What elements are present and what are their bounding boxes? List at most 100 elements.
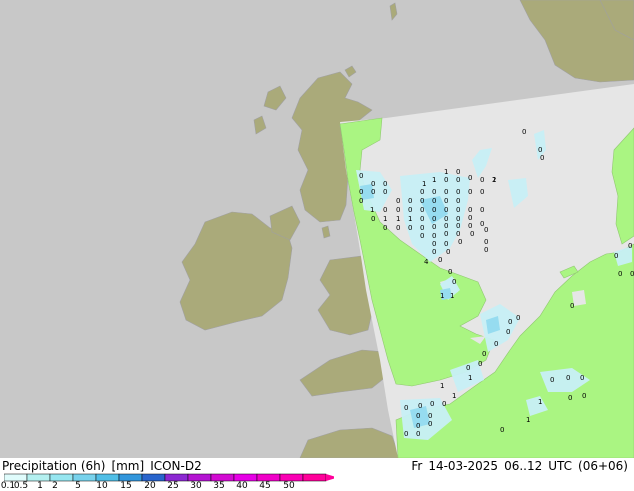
precip-value-label: 0	[614, 252, 618, 260]
precip-value-label: 0	[568, 394, 572, 402]
parameter-name: Precipitation (6h)	[2, 459, 106, 473]
precip-value-label: 0	[566, 374, 570, 382]
precip-value-label: 0	[516, 314, 520, 322]
precip-value-label: 1	[538, 398, 542, 406]
precip-value-label: 0	[484, 226, 488, 234]
precip-value-label: 0	[484, 238, 488, 246]
precip-value-label: 0	[404, 430, 408, 438]
precip-value-label: 0	[628, 242, 632, 250]
precip-value-label: 0	[444, 222, 448, 230]
scale-swatch	[210, 473, 235, 482]
precipitation-map: 00 00 0 001 1 0 0 0 0 11 00 0 0 0 0 00 0 0 0 0 021 0 0 0 0 0 0 0 0 00…	[0, 0, 634, 458]
precip-value-label: 0	[371, 215, 375, 223]
precip-value-label: 0	[522, 128, 526, 136]
precip-value-label: 0	[420, 215, 424, 223]
precip-value-label: 0	[468, 222, 472, 230]
precip-value-label: 0	[484, 246, 488, 254]
precip-value-label: 0	[396, 197, 400, 205]
precip-value-label: 0	[432, 232, 436, 240]
precip-value-label: 1	[408, 215, 412, 223]
precip-value-label: 0	[432, 206, 436, 214]
precip-value-label: 0	[458, 238, 462, 246]
precip-value-label: 1	[396, 215, 400, 223]
precip-value-label: 1	[370, 206, 374, 214]
precip-value-label: 4	[424, 258, 429, 266]
precip-value-label: 1	[452, 392, 456, 400]
precip-value-label: 0	[446, 248, 450, 256]
precip-value-label: 1	[383, 215, 387, 223]
precip-value-label: 0	[408, 224, 412, 232]
map-area: 0000000110000110000000000000210000000000…	[0, 0, 634, 458]
precip-value-label: 0	[478, 360, 482, 368]
precip-value-label: 1	[440, 382, 444, 390]
precip-value-label: 0	[408, 206, 412, 214]
precip-value-label: 0	[508, 318, 512, 326]
precip-value-label: 0	[538, 146, 542, 154]
precip-value-label: 0	[408, 197, 412, 205]
precip-value-label: 1	[422, 180, 426, 188]
scale-swatch	[187, 473, 212, 482]
precip-value-label: 0	[540, 154, 544, 162]
precip-value-label: 0	[432, 240, 436, 248]
scale-swatch	[95, 473, 120, 482]
precip-value-label: 0	[383, 224, 387, 232]
valid-hours: 06..12	[504, 459, 543, 473]
scale-swatch	[233, 473, 258, 482]
precip-value-label: 0	[428, 420, 432, 428]
precip-value-label: 0	[456, 197, 460, 205]
scale-swatch	[4, 473, 28, 482]
precip-value-label: 0	[452, 278, 456, 286]
precip-value-label: 0	[444, 230, 448, 238]
precip-value-label: 0	[456, 176, 460, 184]
precip-value-label: 1	[432, 176, 436, 184]
legend-bar: Precipitation (6h) [mm] ICON-D2 Fr 14-03-20…	[0, 458, 634, 491]
model-name: ICON-D2	[150, 459, 202, 473]
precip-value-label: 0	[550, 376, 554, 384]
precip-value-label: 0	[482, 350, 486, 358]
precip-value-label: 0	[432, 188, 436, 196]
precip-value-label: 0	[618, 270, 622, 278]
precip-value-label: 0	[438, 256, 442, 264]
precip-value-label: 0	[500, 426, 504, 434]
valid-time: Fr 14-03-2025 06..12 UTC (06+06)	[411, 459, 628, 473]
precip-value-label: 0	[456, 188, 460, 196]
precip-value-label: 2	[492, 176, 496, 184]
precip-value-label: 1	[526, 416, 530, 424]
scale-swatch	[164, 473, 189, 482]
scale-swatch	[72, 473, 97, 482]
legend-title: Precipitation (6h) [mm] ICON-D2	[2, 459, 208, 473]
precip-value-label: 0	[468, 206, 472, 214]
precip-value-label: 0	[480, 176, 484, 184]
valid-day: Fr	[411, 459, 423, 473]
precip-value-label: 0	[480, 206, 484, 214]
precip-value-label: 0	[444, 206, 448, 214]
precip-value-label: 0	[466, 364, 470, 372]
precip-value-label: 0	[383, 206, 387, 214]
precip-value-label: 0	[359, 172, 363, 180]
precip-value-label: 0	[404, 404, 408, 412]
precip-value-label: 0	[432, 215, 436, 223]
scale-swatch	[302, 473, 327, 482]
precip-value-label: 0	[396, 206, 400, 214]
precip-value-label: 0	[420, 232, 424, 240]
precip-value-label: 0	[470, 230, 474, 238]
scale-swatch	[256, 473, 281, 482]
precip-value-label: 0	[444, 197, 448, 205]
precip-value-label: 0	[416, 422, 420, 430]
scale-swatch	[26, 473, 51, 482]
precip-value-label: 0	[570, 302, 574, 310]
precip-value-label: 0	[432, 223, 436, 231]
scale-swatch	[49, 473, 74, 482]
scale-arrow	[326, 474, 334, 481]
precip-value-label: 0	[444, 188, 448, 196]
precip-value-label: 0	[430, 400, 434, 408]
precip-value-label: 0	[456, 168, 460, 176]
precip-value-label: 0	[630, 270, 634, 278]
precip-value-label: 1	[444, 168, 448, 176]
precip-value-label: 0	[480, 188, 484, 196]
precip-value-label: 0	[428, 412, 432, 420]
precip-value-label: 0	[416, 430, 420, 438]
precip-value-label: 0	[468, 214, 472, 222]
precip-value-label: 0	[580, 374, 584, 382]
precip-value-label: 0	[418, 402, 422, 410]
